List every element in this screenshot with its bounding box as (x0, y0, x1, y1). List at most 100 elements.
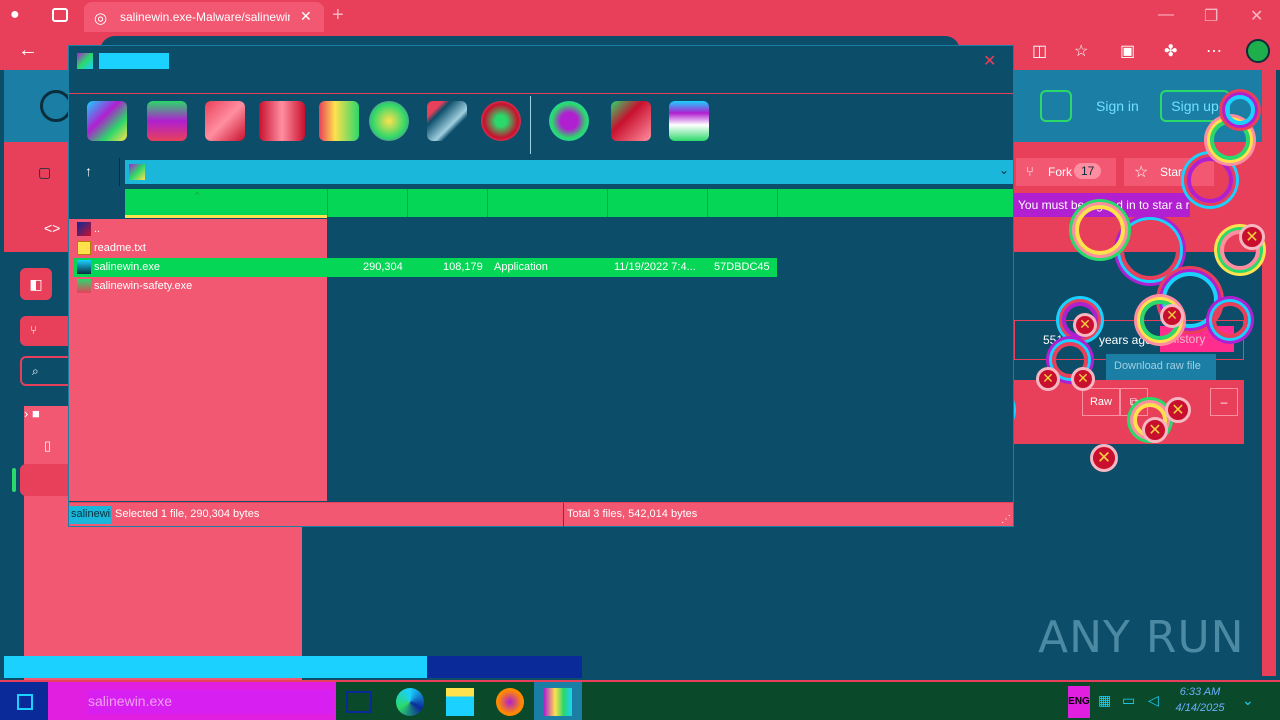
file-type: Application (494, 261, 548, 273)
archive-path-icon (129, 164, 145, 180)
file-explorer-icon[interactable] (446, 688, 474, 716)
download-raw-tooltip: Download raw file (1106, 354, 1216, 380)
tab-close-icon[interactable]: ✕ (300, 8, 312, 25)
comment-icon[interactable] (611, 101, 651, 141)
error-icon: ✕ (1090, 444, 1118, 472)
wizard-icon[interactable] (427, 101, 467, 141)
star-label: Star (1160, 165, 1183, 179)
minimize-button[interactable]: — (1158, 6, 1174, 24)
page-scrollbar[interactable] (1262, 70, 1276, 676)
file-name: salinewin-safety.exe (94, 280, 193, 292)
fork-button[interactable]: ⑂ Fork 17 (1016, 158, 1116, 186)
error-icon: ✕ (1165, 397, 1191, 423)
archive-window: ✕ ↑ ⌄ ^ .. readme.txt salinewin.exe 290,… (68, 45, 1014, 527)
code-tab-icon[interactable]: <> (44, 220, 60, 236)
column-divider[interactable] (707, 189, 708, 217)
info-icon[interactable] (481, 101, 521, 141)
virus-scan-icon[interactable] (549, 101, 589, 141)
clock[interactable]: 6:33 AM 4/14/2025 (1172, 684, 1228, 716)
display-icon[interactable]: ▭ (1122, 692, 1135, 709)
language-indicator[interactable]: ENG (1068, 686, 1090, 718)
file-crc: 57DBDC45 (714, 261, 770, 273)
find-icon[interactable] (369, 101, 409, 141)
list-item[interactable]: .. (73, 220, 777, 239)
error-icon: ✕ (1073, 313, 1097, 337)
chevron-down-icon[interactable]: ⌄ (999, 163, 1009, 177)
column-divider[interactable] (487, 189, 488, 217)
error-icon: ✕ (1071, 367, 1095, 391)
archiver-app-icon (77, 53, 93, 69)
copilot-icon[interactable] (1246, 39, 1270, 63)
sign-in-link[interactable]: Sign in (1096, 98, 1139, 114)
maximize-button[interactable]: ❐ (1204, 6, 1218, 26)
split-screen-icon[interactable]: ◫ (1032, 41, 1047, 61)
error-icon: ✕ (1239, 224, 1265, 250)
parent-folder-icon (77, 222, 91, 236)
file-name: .. (94, 223, 101, 235)
clock-time: 6:33 AM (1179, 686, 1221, 698)
file-name: salinewin.exe (94, 261, 161, 273)
notification-icon[interactable]: ⌄ (1242, 692, 1254, 709)
edge-icon[interactable] (396, 688, 424, 716)
name-column-underline (125, 215, 327, 218)
taskbar-search[interactable]: salinewin.exe (48, 682, 336, 720)
glitch-ring (1225, 95, 1255, 125)
browser-tab-bar: ● ◎ salinewin.exe-Malware/salinewin ✕ + … (0, 0, 1280, 32)
column-divider[interactable] (607, 189, 608, 217)
profile-icon[interactable]: ● (10, 6, 32, 26)
resize-grip-icon[interactable]: ⋰ (1001, 514, 1011, 525)
sign-up-button[interactable]: Sign up (1160, 90, 1230, 122)
up-arrow-icon[interactable]: ↑ (85, 163, 92, 179)
repo-icon: ▢ (38, 164, 52, 180)
winrar-taskbar-button[interactable] (534, 682, 582, 720)
task-view-icon[interactable] (346, 691, 372, 713)
delete-icon[interactable] (319, 101, 359, 141)
error-icon: ✕ (1036, 367, 1060, 391)
extract-to-icon[interactable] (147, 101, 187, 141)
add-icon[interactable] (87, 101, 127, 141)
network-icon[interactable]: ▦ (1098, 692, 1111, 709)
windows-logo-icon (17, 694, 33, 710)
taskbar: salinewin.exe ENG ▦ ▭ ◁ 6:33 AM 4/14/202… (0, 680, 1280, 720)
list-item-selected[interactable]: salinewin.exe 290,304 108,179 Applicatio… (73, 258, 777, 277)
glitch-ring (1212, 302, 1248, 338)
list-item[interactable]: salinewin-safety.exe (73, 277, 777, 296)
sidebar-toggle-icon[interactable]: ◧ (20, 268, 52, 300)
firefox-icon[interactable] (496, 688, 524, 716)
column-divider[interactable] (407, 189, 408, 217)
favorites-icon[interactable]: ☆ (1074, 41, 1088, 61)
column-header-bar[interactable] (125, 189, 1013, 217)
path-field[interactable]: ⌄ (125, 160, 1013, 184)
more-options-icon[interactable]: – (1210, 388, 1238, 416)
sfx-icon[interactable] (669, 101, 709, 141)
volume-icon[interactable]: ◁ (1148, 692, 1159, 709)
extensions-icon[interactable]: ✤ (1164, 41, 1177, 61)
column-divider[interactable] (327, 189, 328, 217)
back-arrow-icon[interactable]: ← (18, 39, 38, 62)
error-icon: ✕ (1160, 304, 1184, 328)
file-modified: 11/19/2022 7:4... (614, 261, 696, 273)
glitch-bar (4, 656, 582, 678)
view-icon[interactable] (259, 101, 305, 141)
error-icon: ✕ (1142, 417, 1168, 443)
tab-actions-icon[interactable] (52, 8, 68, 22)
start-button[interactable] (0, 682, 48, 720)
status-archive-chip[interactable]: salinewin (69, 506, 111, 524)
settings-more-icon[interactable]: ⋯ (1206, 41, 1222, 61)
browser-tab[interactable]: ◎ salinewin.exe-Malware/salinewin ✕ (84, 2, 324, 32)
archive-close-icon[interactable]: ✕ (983, 51, 996, 71)
close-window-button[interactable]: ✕ (1250, 6, 1263, 26)
status-divider (563, 503, 564, 527)
status-total: Total 3 files, 542,014 bytes (567, 508, 698, 520)
new-tab-button[interactable]: + (332, 4, 344, 27)
file-packed: 108,179 (443, 261, 483, 273)
list-item[interactable]: readme.txt (73, 239, 777, 258)
column-divider[interactable] (777, 189, 778, 217)
collections-icon[interactable]: ▣ (1120, 41, 1135, 61)
raw-button[interactable]: Raw (1082, 388, 1120, 416)
header-spacer (69, 189, 125, 219)
star-icon: ☆ (1134, 164, 1149, 181)
status-selected: Selected 1 file, 290,304 bytes (115, 508, 260, 520)
test-icon[interactable] (205, 101, 245, 141)
github-search-button[interactable] (1040, 90, 1072, 122)
